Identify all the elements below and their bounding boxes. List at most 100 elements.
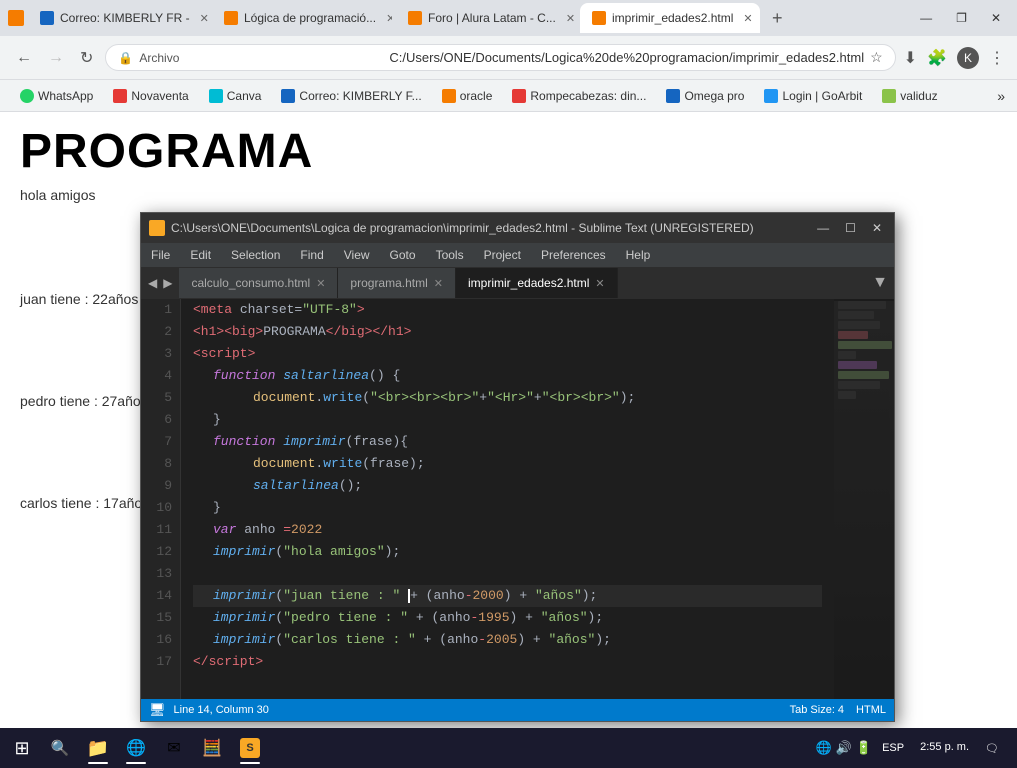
sublime-tabs-row: ◀ ▶ calculo_consumo.html ✕ programa.html… (141, 267, 894, 299)
sublime-tab-close-imprimir[interactable]: ✕ (595, 277, 604, 290)
taskbar-indicator (88, 762, 108, 764)
bookmark-label-whatsapp: WhatsApp (38, 89, 93, 103)
sublime-tab-calculo[interactable]: calculo_consumo.html ✕ (179, 268, 338, 298)
bookmark-rompecabezas[interactable]: Rompecabezas: din... (504, 87, 654, 105)
bookmark-label-omega: Omega pro (684, 89, 744, 103)
taskbar-system-tray: 🌐 🔊 🔋 ESP 2:55 p. m. 🗨 (816, 738, 1013, 759)
battery-icon: 🔋 (856, 740, 872, 756)
menu-file[interactable]: File (141, 243, 180, 267)
bookmark-star-icon[interactable]: ☆ (870, 49, 883, 66)
sublime-tab-next[interactable]: ▶ (160, 276, 175, 290)
tab-correo[interactable]: Correo: KIMBERLY FR - ✕ (28, 3, 208, 33)
browser-titlebar: Correo: KIMBERLY FR - ✕ Lógica de progra… (0, 0, 1017, 36)
sublime-taskbar-button[interactable]: S (232, 730, 268, 766)
sublime-close-button[interactable]: ✕ (868, 221, 886, 235)
more-options-icon[interactable]: ⋮ (989, 48, 1005, 68)
bookmark-correo[interactable]: Correo: KIMBERLY F... (273, 87, 429, 105)
tab-close-foro[interactable]: ✕ (566, 12, 575, 25)
page-title: PROGRAMA (20, 124, 997, 179)
code-body: <meta charset="UTF-8"> <h1><big>PROGRAMA… (181, 299, 834, 699)
menu-view[interactable]: View (334, 243, 380, 267)
system-clock[interactable]: 2:55 p. m. (914, 738, 975, 757)
language-indicator[interactable]: ESP (876, 740, 910, 756)
search-button[interactable]: 🔍 (42, 730, 78, 766)
bookmark-goarbit[interactable]: Login | GoArbit (756, 87, 870, 105)
tab-logica[interactable]: Lógica de programació... ✕ (212, 3, 392, 33)
status-position: Line 14, Column 30 (174, 704, 269, 716)
bookmark-whatsapp[interactable]: WhatsApp (12, 87, 101, 105)
search-icon: 🔍 (51, 739, 70, 757)
start-button[interactable]: ⊞ (4, 730, 40, 766)
restore-button[interactable]: ❐ (948, 9, 975, 27)
menu-find[interactable]: Find (290, 243, 333, 267)
bookmark-favicon-validuz (882, 89, 896, 103)
extensions-icon[interactable]: 🧩 (927, 48, 947, 68)
notification-button[interactable]: 🗨 (979, 738, 1005, 759)
tab-close-correo[interactable]: ✕ (200, 12, 208, 25)
bookmark-canva[interactable]: Canva (201, 87, 270, 105)
status-left: 🖥 Line 14, Column 30 (149, 702, 269, 718)
menu-goto[interactable]: Goto (380, 243, 426, 267)
menu-edit[interactable]: Edit (180, 243, 221, 267)
bookmark-favicon-goarbit (764, 89, 778, 103)
browser-actions: ⬇ 🧩 K ⋮ (904, 47, 1005, 69)
sublime-tab-programa[interactable]: programa.html ✕ (338, 268, 456, 298)
forward-button[interactable]: → (44, 45, 68, 71)
menu-tools[interactable]: Tools (426, 243, 474, 267)
browser-favicon (8, 10, 24, 26)
tab-favicon-correo (40, 11, 54, 25)
sublime-app-icon (149, 220, 165, 236)
menu-project[interactable]: Project (474, 243, 531, 267)
code-line-9: saltarlinea(); (193, 475, 822, 497)
tab-close-logica[interactable]: ✕ (386, 12, 392, 25)
status-monitor-icon: 🖥 (149, 702, 166, 718)
sublime-code-area[interactable]: 12345 678910 1112131415 1617 <meta chars… (141, 299, 894, 699)
sublime-tab-close-programa[interactable]: ✕ (434, 277, 443, 290)
messaging-button[interactable]: ✉ (156, 730, 192, 766)
status-syntax: HTML (856, 704, 886, 716)
bookmarks-more-button[interactable]: » (997, 88, 1005, 104)
downloads-icon[interactable]: ⬇ (904, 48, 917, 68)
bookmark-omega[interactable]: Omega pro (658, 87, 752, 105)
sublime-restore-button[interactable]: ☐ (841, 221, 860, 235)
sublime-window: C:\Users\ONE\Documents\Logica de program… (140, 212, 895, 722)
sublime-tab-imprimir[interactable]: imprimir_edades2.html ✕ (456, 268, 618, 298)
sublime-minimize-button[interactable]: — (813, 221, 833, 235)
bookmark-novaventa[interactable]: Novaventa (105, 87, 196, 105)
close-button[interactable]: ✕ (983, 9, 1009, 27)
reload-button[interactable]: ↻ (76, 44, 97, 72)
code-line-16: imprimir("carlos tiene : " + (anho-2005)… (193, 629, 822, 651)
tab-favicon-logica (224, 11, 238, 25)
bookmark-oracle[interactable]: oracle (434, 87, 501, 105)
menu-help[interactable]: Help (616, 243, 661, 267)
sublime-tab-prev[interactable]: ◀ (145, 276, 160, 290)
sublime-tabs-arrow[interactable]: ▼ (866, 274, 894, 292)
bookmark-favicon-whatsapp (20, 89, 34, 103)
menu-preferences[interactable]: Preferences (531, 243, 616, 267)
calculator-button[interactable]: 🧮 (194, 730, 230, 766)
bookmark-validuz[interactable]: validuz (874, 87, 945, 105)
file-explorer-button[interactable]: 📁 (80, 730, 116, 766)
new-tab-button[interactable]: + (764, 8, 791, 29)
minimize-button[interactable]: — (912, 9, 940, 27)
back-button[interactable]: ← (12, 45, 36, 71)
menu-selection[interactable]: Selection (221, 243, 290, 267)
tab-foro[interactable]: Foro | Alura Latam - C... ✕ (396, 3, 576, 33)
chrome-button[interactable]: 🌐 (118, 730, 154, 766)
address-box[interactable]: 🔒 Archivo C:/Users/ONE/Documents/Logica%… (105, 44, 895, 71)
bookmark-label-novaventa: Novaventa (131, 89, 188, 103)
tab-close-imprimir[interactable]: ✕ (743, 12, 752, 25)
address-url: C:/Users/ONE/Documents/Logica%20de%20pro… (389, 50, 864, 65)
calculator-icon: 🧮 (202, 738, 222, 758)
tab-imprimir[interactable]: imprimir_edades2.html ✕ (580, 3, 760, 33)
bookmark-favicon-rompecabezas (512, 89, 526, 103)
address-bar: ← → ↻ 🔒 Archivo C:/Users/ONE/Documents/L… (0, 36, 1017, 80)
sublime-statusbar: 🖥 Line 14, Column 30 Tab Size: 4 HTML (141, 699, 894, 721)
address-lock-icon: 🔒 (118, 51, 133, 65)
code-line-numbers: 12345 678910 1112131415 1617 (141, 299, 181, 699)
notification-icon: 🗨 (985, 743, 999, 755)
code-line-17: </script> (193, 651, 822, 673)
tab-favicon-imprimir (592, 11, 606, 25)
sublime-tab-close-calculo[interactable]: ✕ (316, 277, 325, 290)
profile-menu-icon[interactable]: K (957, 47, 979, 69)
